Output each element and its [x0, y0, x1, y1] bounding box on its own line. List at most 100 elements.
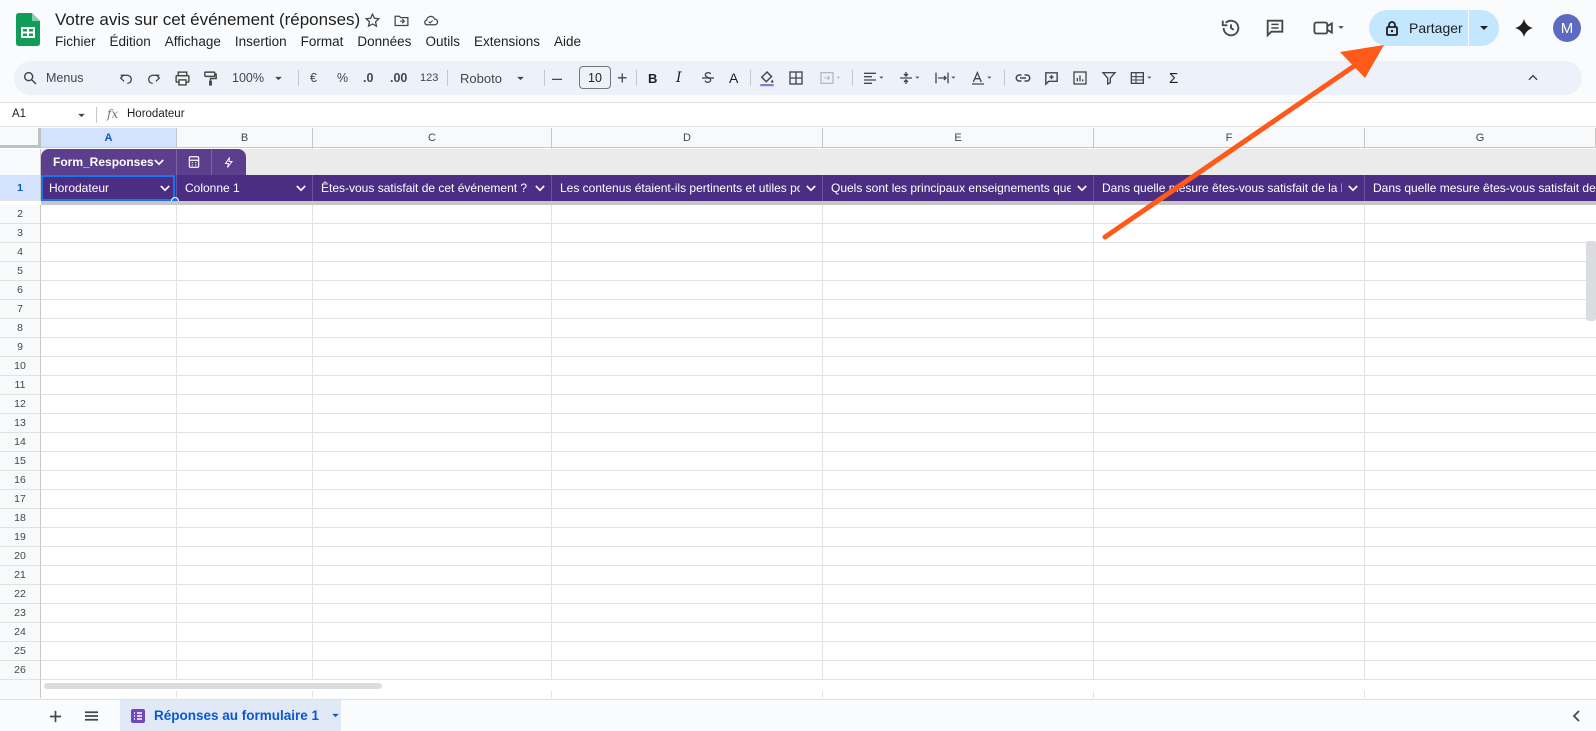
column-header-c[interactable]: C: [313, 128, 552, 148]
caret-down-icon[interactable]: [331, 713, 340, 718]
spreadsheet-grid[interactable]: A B C D E F G Form_Responses Horodateur …: [0, 128, 1596, 698]
row-header[interactable]: 2: [0, 205, 41, 224]
print-button[interactable]: [174, 61, 191, 95]
row-header[interactable]: 13: [0, 414, 41, 433]
row-header[interactable]: 7: [0, 300, 41, 319]
chevron-down-icon[interactable]: [1071, 184, 1093, 192]
filter-button[interactable]: [1101, 61, 1117, 95]
row-header[interactable]: 16: [0, 471, 41, 490]
column-header-g[interactable]: G: [1365, 128, 1596, 148]
meet-icon[interactable]: [1309, 14, 1351, 42]
number-format-button[interactable]: 123: [420, 61, 438, 95]
account-avatar[interactable]: M: [1553, 14, 1581, 42]
horizontal-align-button[interactable]: [860, 61, 888, 95]
row-header[interactable]: 12: [0, 395, 41, 414]
table-header-cell[interactable]: Êtes-vous satisfait de cet événement ?: [313, 175, 552, 201]
row-header[interactable]: 23: [0, 604, 41, 623]
text-color-button[interactable]: A: [729, 61, 738, 95]
row-header[interactable]: 8: [0, 319, 41, 338]
select-all-corner[interactable]: [0, 128, 41, 148]
decrease-font-size-button[interactable]: –: [552, 61, 562, 95]
zoom-select[interactable]: 100%: [232, 61, 288, 95]
column-header-e[interactable]: E: [823, 128, 1094, 148]
undo-button[interactable]: [118, 61, 134, 95]
column-header-d[interactable]: D: [552, 128, 823, 148]
bold-button[interactable]: B: [648, 61, 657, 95]
table-header-cell[interactable]: Dans quelle mesure êtes-vous satisfait d…: [1365, 175, 1596, 201]
gemini-sparkle-icon[interactable]: [1510, 14, 1538, 42]
row-header[interactable]: 19: [0, 528, 41, 547]
row-header[interactable]: 21: [0, 566, 41, 585]
table-automation-button[interactable]: [211, 149, 246, 175]
row-header[interactable]: 24: [0, 623, 41, 642]
font-family-select[interactable]: Roboto: [460, 61, 536, 95]
horizontal-scrollbar[interactable]: [41, 679, 1596, 691]
borders-button[interactable]: [788, 61, 804, 95]
collapse-sidebar-button[interactable]: [1566, 706, 1586, 726]
menu-fichier[interactable]: Fichier: [48, 34, 103, 49]
row-header[interactable]: 26: [0, 661, 41, 680]
table-calculator-button[interactable]: [176, 149, 211, 175]
menu-donnees[interactable]: Données: [350, 34, 418, 49]
row-header[interactable]: 20: [0, 547, 41, 566]
row-header[interactable]: 1: [0, 175, 41, 201]
chevron-down-icon[interactable]: [1342, 184, 1364, 192]
row-header[interactable]: 5: [0, 262, 41, 281]
table-header-cell[interactable]: Quels sont les principaux enseignements …: [823, 175, 1094, 201]
table-header-cell[interactable]: Colonne 1: [177, 175, 313, 201]
add-sheet-button[interactable]: [45, 706, 65, 726]
percent-format-button[interactable]: %: [337, 61, 348, 95]
vertical-scrollbar[interactable]: [1586, 241, 1596, 321]
share-button[interactable]: Partager: [1369, 10, 1469, 46]
share-dropdown-button[interactable]: [1469, 25, 1499, 31]
redo-button[interactable]: [146, 61, 162, 95]
name-box[interactable]: A1: [12, 108, 26, 120]
filter-views-button[interactable]: [1127, 61, 1157, 95]
paint-format-button[interactable]: [202, 61, 219, 95]
row-header[interactable]: 18: [0, 509, 41, 528]
menu-outils[interactable]: Outils: [418, 34, 467, 49]
table-header-cell[interactable]: Dans quelle mesure êtes-vous satisfait d…: [1094, 175, 1365, 201]
star-icon[interactable]: [364, 12, 381, 29]
row-header[interactable]: 17: [0, 490, 41, 509]
row-header[interactable]: 9: [0, 338, 41, 357]
row-header[interactable]: 25: [0, 642, 41, 661]
row-header[interactable]: 22: [0, 585, 41, 604]
insert-link-button[interactable]: [1014, 61, 1032, 95]
row-header[interactable]: 6: [0, 281, 41, 300]
row-header[interactable]: 3: [0, 224, 41, 243]
text-wrapping-button[interactable]: [932, 61, 960, 95]
menu-edition[interactable]: Édition: [103, 34, 158, 49]
caret-down-icon[interactable]: [77, 113, 86, 118]
document-title[interactable]: Votre avis sur cet événement (réponses): [55, 10, 360, 30]
column-header-a[interactable]: A: [41, 128, 177, 148]
row-header[interactable]: 15: [0, 452, 41, 471]
decrease-decimals-button[interactable]: .0: [363, 61, 373, 95]
collapse-menus-button[interactable]: [1526, 61, 1540, 95]
row-header[interactable]: 4: [0, 243, 41, 262]
move-folder-icon[interactable]: [393, 12, 410, 29]
row-header[interactable]: 10: [0, 357, 41, 376]
strikethrough-button[interactable]: [700, 61, 716, 95]
insert-chart-button[interactable]: [1072, 61, 1088, 95]
table-header-cell[interactable]: Les contenus étaient-ils pertinents et u…: [552, 175, 823, 201]
font-size-input[interactable]: 10: [579, 66, 611, 89]
text-rotation-button[interactable]: [968, 61, 996, 95]
version-history-icon[interactable]: [1217, 14, 1245, 42]
comments-icon[interactable]: [1261, 14, 1289, 42]
chevron-down-icon[interactable]: [290, 184, 312, 192]
menus-search[interactable]: Menus: [22, 61, 110, 95]
chevron-down-icon[interactable]: [529, 184, 551, 192]
menu-extensions[interactable]: Extensions: [467, 34, 547, 49]
insert-comment-button[interactable]: [1043, 61, 1060, 95]
table-name-chip[interactable]: Form_Responses: [41, 149, 176, 175]
column-header-b[interactable]: B: [177, 128, 313, 148]
row-header[interactable]: 11: [0, 376, 41, 395]
vertical-align-button[interactable]: [896, 61, 924, 95]
sheet-tab-active[interactable]: Réponses au formulaire 1: [120, 700, 341, 731]
currency-format-button[interactable]: €: [310, 61, 317, 95]
menu-aide[interactable]: Aide: [547, 34, 588, 49]
frozen-row-divider[interactable]: [41, 201, 1596, 205]
merge-cells-button[interactable]: [817, 61, 845, 95]
menu-insertion[interactable]: Insertion: [228, 34, 294, 49]
